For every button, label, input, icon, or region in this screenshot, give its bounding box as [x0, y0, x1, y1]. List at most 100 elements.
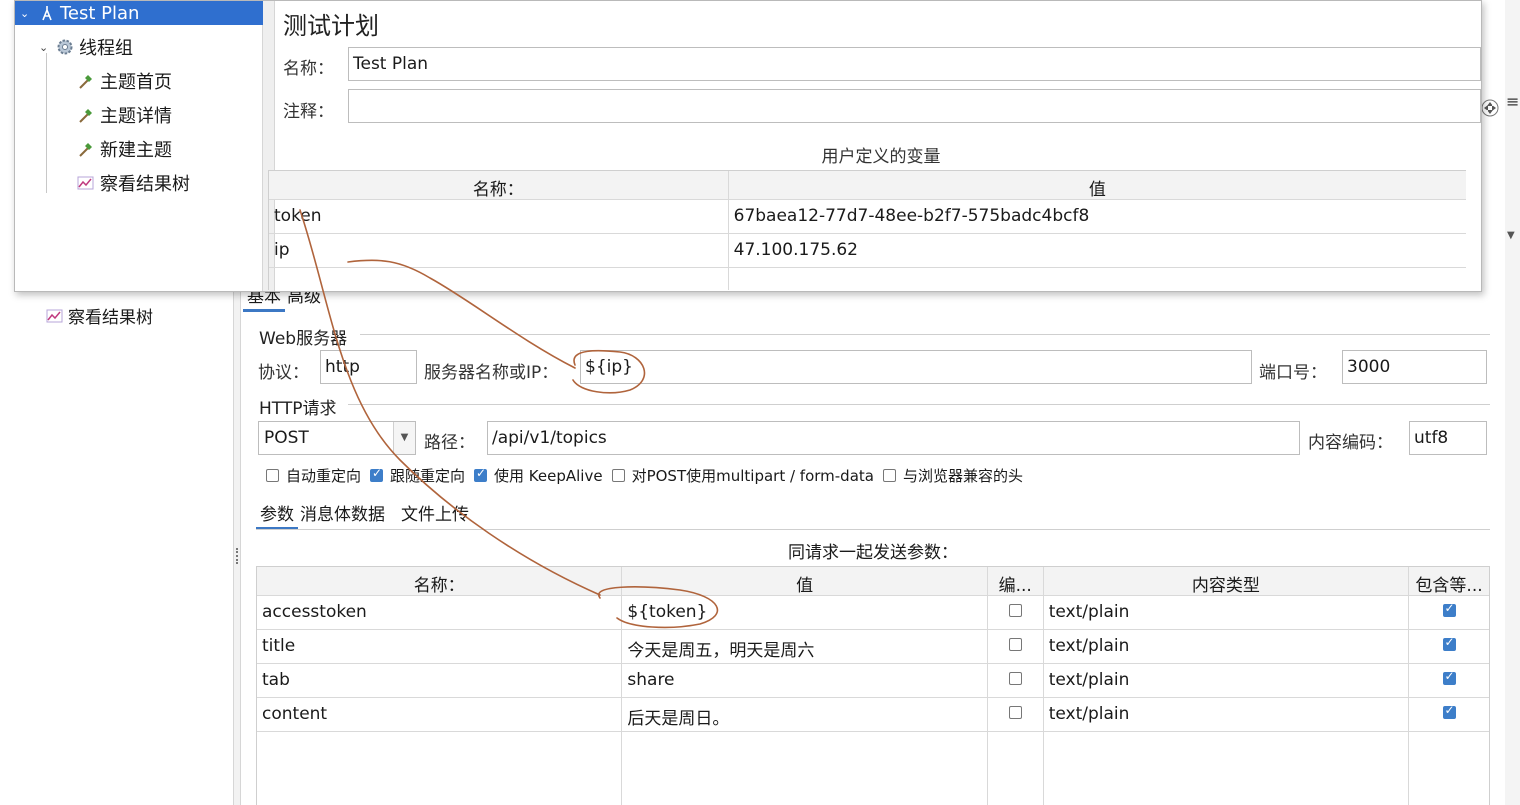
checkbox-icon[interactable] — [266, 469, 279, 482]
variables-header-value[interactable]: 值 — [729, 171, 1466, 199]
comment-label: 注释： — [283, 102, 334, 122]
protocol-field[interactable]: http — [320, 350, 417, 384]
option-checkbox[interactable]: 与浏览器兼容的头 — [882, 465, 1023, 486]
chart-icon — [46, 309, 63, 322]
param-encode[interactable] — [988, 630, 1044, 663]
option-label: 跟随重定向 — [390, 467, 466, 485]
table-row[interactable]: accesstoken ${token} text/plain — [257, 596, 1489, 630]
option-checkbox[interactable]: 对POST使用multipart / form-data — [611, 465, 874, 486]
variables-row[interactable]: token 67baea12-77d7-48ee-b2f7-575badc4bcf… — [269, 200, 1466, 234]
variable-name[interactable]: ip — [269, 234, 729, 267]
tree-item-sampler[interactable]: 新建主题 — [77, 136, 172, 162]
option-checkbox[interactable]: 跟随重定向 — [370, 465, 465, 486]
chevron-down-icon[interactable]: ⌄ — [39, 41, 51, 54]
menu-icon[interactable]: ≡ — [1506, 92, 1519, 111]
checkbox-icon[interactable] — [882, 469, 896, 482]
tree-item-label: 察看结果树 — [68, 308, 153, 328]
checkbox-icon[interactable] — [1442, 669, 1456, 685]
table-row[interactable]: content 后天是周日。 text/plain — [257, 698, 1489, 732]
params-header-include-equals[interactable]: 包含等... — [1409, 567, 1489, 595]
chevron-down-icon[interactable]: ⌄ — [20, 7, 36, 20]
page-title: 测试计划 — [283, 12, 379, 40]
comment-field[interactable] — [348, 89, 1481, 123]
param-encode[interactable] — [988, 664, 1044, 697]
variable-name[interactable]: token — [269, 200, 729, 233]
expand-icon[interactable] — [1480, 98, 1500, 118]
variables-header-row: 名称： 值 — [269, 171, 1466, 200]
table-row[interactable]: title 今天是周五，明天是周六 text/plain — [257, 630, 1489, 664]
chart-icon — [77, 176, 94, 190]
variables-row[interactable]: ip 47.100.175.62 — [269, 234, 1466, 268]
option-label: 自动重定向 — [286, 467, 362, 485]
checkbox-icon[interactable] — [370, 466, 384, 482]
param-name[interactable]: content — [257, 698, 623, 731]
param-encode[interactable] — [988, 698, 1044, 731]
tree-item-test-plan[interactable]: ⌄ Test Plan — [15, 1, 263, 25]
param-encode[interactable] — [988, 596, 1044, 629]
port-field[interactable]: 3000 — [1342, 350, 1487, 384]
params-header-value[interactable]: 值 — [622, 567, 988, 595]
checkbox-icon[interactable] — [1442, 635, 1456, 651]
tree-item-sampler[interactable]: 主题首页 — [77, 68, 172, 94]
tab-parameters[interactable]: 参数 — [256, 500, 298, 530]
params-header-content-type[interactable]: 内容类型 — [1044, 567, 1410, 595]
param-content-type[interactable]: text/plain — [1044, 664, 1410, 697]
tree-item-sampler[interactable]: 主题详情 — [77, 102, 172, 128]
params-header-encode[interactable]: 编... — [988, 567, 1044, 595]
checkbox-icon[interactable] — [1008, 604, 1022, 617]
pipette-icon — [79, 109, 92, 123]
tree-item-label: Test Plan — [60, 2, 140, 24]
checkbox-icon[interactable] — [611, 469, 625, 482]
path-label: 路径： — [424, 433, 475, 453]
variable-value[interactable]: 47.100.175.62 — [729, 234, 1466, 267]
tree-item-label: 新建主题 — [100, 140, 172, 161]
checkbox-icon[interactable] — [1008, 706, 1022, 719]
tree-item-thread-group[interactable]: ⌄ 线程组 — [39, 34, 133, 60]
params-header-name[interactable]: 名称： — [257, 567, 623, 595]
params-caption: 同请求一起发送参数： — [788, 543, 958, 563]
option-label: 使用 KeepAlive — [494, 467, 603, 485]
variables-header-name[interactable]: 名称： — [269, 171, 729, 199]
param-content-type[interactable]: text/plain — [1044, 596, 1410, 629]
param-name[interactable]: title — [257, 630, 623, 663]
checkbox-icon[interactable] — [1442, 703, 1456, 719]
server-field[interactable]: ${ip} — [580, 350, 1252, 384]
tree-item-view-results-tree[interactable]: 察看结果树 — [77, 170, 190, 196]
pipette-icon — [79, 143, 92, 157]
variable-value[interactable]: 67baea12-77d7-48ee-b2f7-575badc4bcf8 — [729, 200, 1466, 233]
param-content-type[interactable]: text/plain — [1044, 698, 1410, 731]
table-row[interactable]: tab share text/plain — [257, 664, 1489, 698]
param-value[interactable]: share — [622, 664, 988, 697]
param-include-equals[interactable] — [1409, 698, 1489, 731]
param-name[interactable]: accesstoken — [257, 596, 623, 629]
param-content-type[interactable]: text/plain — [1044, 630, 1410, 663]
tree-item-view-results-tree[interactable]: 察看结果树 — [46, 303, 153, 328]
option-checkbox[interactable]: 使用 KeepAlive — [474, 465, 603, 486]
option-checkbox[interactable]: 自动重定向 — [266, 465, 361, 486]
param-value[interactable]: 后天是周日。 — [622, 698, 988, 731]
tab-file-upload[interactable]: 文件上传 — [397, 500, 473, 530]
test-plan-icon — [42, 6, 52, 21]
method-select[interactable]: POST ▼ — [258, 421, 416, 455]
scroll-arrow-icon[interactable]: ▼ — [1507, 230, 1515, 241]
param-include-equals[interactable] — [1409, 630, 1489, 663]
param-value[interactable]: ${token} — [622, 596, 988, 629]
checkbox-icon[interactable] — [1008, 672, 1022, 685]
encoding-field[interactable]: utf8 — [1409, 421, 1487, 455]
tree-item-label: 主题详情 — [100, 106, 172, 127]
request-options: 自动重定向 跟随重定向 使用 KeepAlive 对POST使用multipart /… — [266, 465, 1032, 486]
checkbox-icon[interactable] — [474, 466, 488, 482]
params-table: 名称： 值 编... 内容类型 包含等... accesstoken ${toke… — [256, 566, 1490, 805]
chevron-down-icon[interactable]: ▼ — [393, 422, 415, 454]
tab-body-data[interactable]: 消息体数据 — [296, 500, 389, 530]
param-include-equals[interactable] — [1409, 664, 1489, 697]
params-header-row: 名称： 值 编... 内容类型 包含等... — [257, 566, 1489, 596]
param-value[interactable]: 今天是周五，明天是周六 — [622, 630, 988, 663]
path-field[interactable]: /api/v1/topics — [487, 421, 1300, 455]
param-name[interactable]: tab — [257, 664, 623, 697]
checkbox-icon[interactable] — [1008, 638, 1022, 651]
name-field[interactable]: Test Plan — [348, 47, 1481, 81]
web-server-section-title: Web服务器 — [259, 329, 348, 349]
checkbox-icon[interactable] — [1442, 601, 1456, 617]
param-include-equals[interactable] — [1409, 596, 1489, 629]
